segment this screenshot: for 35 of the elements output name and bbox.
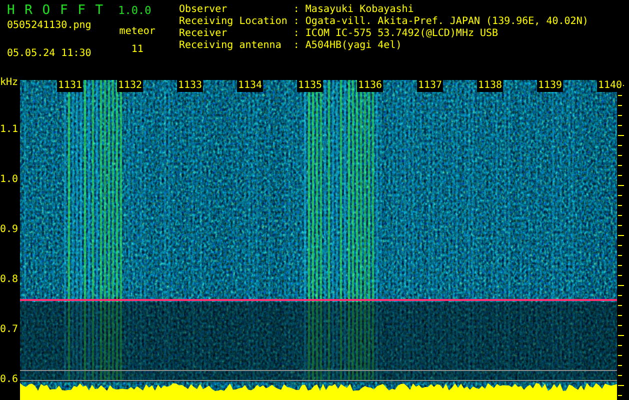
file-name: 0505241130.png [7,20,92,32]
info-value: Ogata-vill. Akita-Pref. JAPAN (139.96E, 40.02N) [305,16,588,28]
info-value: A504HB(yagi 4el) [305,40,403,52]
info-label: Observer [179,4,228,16]
info-label: Receiving Location [179,16,288,28]
time-label: 1138 [477,80,504,92]
time-label: 1137 [417,80,444,92]
axis-label: 1.0 [0,174,18,186]
info-label: Receiver [179,28,228,40]
axis-unit: kHz [0,77,18,89]
time-label: 1131 [57,80,84,92]
date-time: 05.05.24 11:30 [7,48,92,60]
info-separator: : [293,16,300,28]
time-label: 1133 [177,80,204,92]
time-label: 1139 [537,80,564,92]
axis-label: 0.8 [0,274,18,286]
info-separator: : [293,4,300,16]
version-number: 1.0.0 [118,4,152,17]
time-label: 1132 [117,80,144,92]
axis-label: 1.1 [0,124,18,136]
info-separator: : [293,40,300,52]
meteor-label: meteor [119,26,156,38]
meteor-count: 11 [131,44,144,56]
time-label: 1134 [237,80,264,92]
axis-label: 0.7 [0,324,18,336]
axis-label: 0.9 [0,224,18,236]
info-value: Masayuki Kobayashi [305,4,415,16]
info-label: Receiving antenna [179,40,282,52]
axis-label: 0.6 [0,374,18,386]
info-separator: : [293,28,300,40]
time-label: 1140 [597,80,624,92]
info-value: ICOM IC-575 53.7492(@LCD)MHz USB [305,28,500,40]
time-label: 1135 [297,80,324,92]
app-title: H R O F F T [7,3,104,18]
time-label: 1136 [357,80,384,92]
